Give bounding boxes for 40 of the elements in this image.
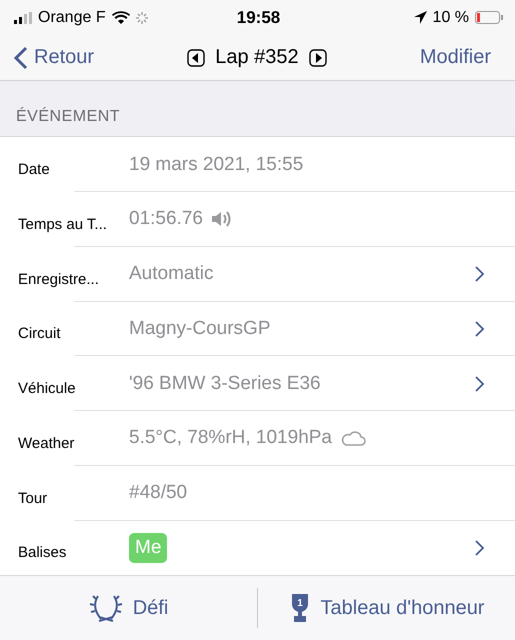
row-value: '96 BMW 3-Series E36 [129,372,321,395]
row-value: 5.5°C, 78%rH, 1019hPa [129,427,332,450]
battery-icon [475,11,504,24]
tag-label: Me [129,532,168,563]
location-arrow-icon [414,11,427,24]
loading-icon [136,12,148,24]
speaker-icon[interactable] [210,210,233,228]
row-value: 01:56.76 [129,208,203,230]
row-value: 19 mars 2021, 15:55 [129,154,304,176]
back-chevron-icon [14,46,28,70]
previous-icon[interactable] [187,48,206,67]
chevron-icon [474,374,485,393]
chevron-icon [474,265,485,284]
next-icon[interactable] [308,48,327,67]
row-label: Weather [18,434,76,452]
signal-icon [14,12,32,24]
toolbar-button[interactable]: 1 Tableau d'honneur [258,584,515,632]
chevron-icon [474,320,485,338]
row-label: Temps au T... [18,214,108,233]
row-value: Automatic [129,263,214,286]
row-label: Enregistre... [18,270,100,288]
toolbar-button[interactable]: Défi [0,585,257,632]
row-label: Circuit [18,324,62,342]
cloud-icon [340,430,366,446]
row-value: #48/50 [129,482,188,504]
battery-percent: 10 % [432,8,470,27]
row-value: Magny-CoursGP [129,318,270,340]
carrier-name: Orange F [38,8,106,27]
wifi-icon [112,11,130,24]
row-label: Tour [18,488,48,507]
row-label: Véhicule [18,379,77,398]
section-header: ÉVÉNEMENT [16,108,120,126]
edit-button[interactable]: Modifier [420,46,491,70]
laurel-icon [88,593,123,624]
row-label: Balises [18,543,68,562]
back-button[interactable]: Retour [14,46,94,70]
nav-title: Lap #352 [215,46,299,70]
clock-time: 19:58 [236,8,280,28]
chevron-icon [474,538,485,557]
row-label: Date [18,160,51,178]
